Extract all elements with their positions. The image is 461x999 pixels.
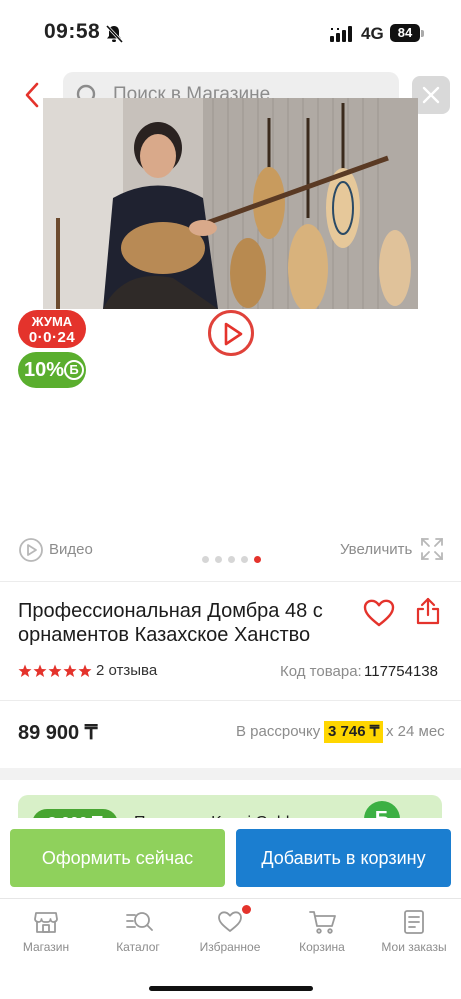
section-separator <box>0 768 461 780</box>
bottom-nav: Магазин Каталог Избранное Корзина Мои за… <box>0 898 461 999</box>
play-icon <box>224 322 243 346</box>
nav-label: Избранное <box>199 940 261 954</box>
nav-label: Мои заказы <box>381 940 447 954</box>
bonus-percent: 10% <box>24 359 65 381</box>
installment-label: В рассрочку <box>236 723 321 740</box>
installment-months: x 24 мес <box>386 723 445 740</box>
bonus-coin-icon: Б <box>64 360 84 380</box>
nav-item-orders[interactable]: Мои заказы <box>368 899 460 967</box>
nav-label: Корзина <box>299 940 345 954</box>
play-video-button[interactable] <box>208 310 254 356</box>
battery-tip <box>421 30 424 37</box>
product-title: Профессиональная Домбра 48 с орнаментов … <box>18 600 323 646</box>
nav-label: Магазин <box>22 940 70 954</box>
nav-label: Каталог <box>116 940 160 954</box>
reviews-link[interactable]: 2 отзыва <box>96 662 157 679</box>
installment-amount: 3 746 ₸ <box>324 721 384 743</box>
cart-icon <box>309 911 336 934</box>
status-time: 09:58 <box>44 20 101 43</box>
slide-dot[interactable] <box>241 556 248 563</box>
slide-dot[interactable] <box>228 556 235 563</box>
promo-badge: ЖУМА 0·0·24 <box>18 310 86 348</box>
nav-item-shop[interactable]: Магазин <box>0 899 92 967</box>
close-icon <box>422 86 440 104</box>
slide-dot[interactable] <box>202 556 209 563</box>
sku-label: Код товара: <box>280 663 362 680</box>
orders-icon <box>404 910 424 934</box>
divider <box>0 581 461 582</box>
nav-item-favorites[interactable]: Избранное <box>184 899 276 967</box>
notification-dot <box>242 905 251 914</box>
star-icons <box>18 664 92 677</box>
action-bar: Оформить сейчас Добавить в корзину <box>0 818 461 898</box>
network-type: 4G <box>361 24 384 43</box>
video-label: Видео <box>49 541 93 558</box>
add-to-cart-button[interactable]: Добавить в корзину <box>236 829 451 887</box>
divider <box>0 700 461 701</box>
promo-badge-title: ЖУМА <box>31 314 73 329</box>
slide-indicator <box>202 556 262 564</box>
share-icon <box>416 597 440 625</box>
battery-level: 84 <box>390 24 420 42</box>
musician-with-dombras-image <box>43 98 418 309</box>
promo-badge-timer: 0·0·24 <box>28 329 76 346</box>
rating-stars <box>18 664 92 678</box>
share-button[interactable] <box>414 596 442 631</box>
product-price: 89 900 ₸ <box>18 722 98 744</box>
shop-icon <box>34 912 58 933</box>
nav-item-cart[interactable]: Корзина <box>276 899 368 967</box>
home-indicator <box>149 986 313 991</box>
slide-dot-active[interactable] <box>254 556 261 563</box>
expand-icon <box>421 538 443 560</box>
heart-icon <box>363 599 395 627</box>
product-photo[interactable] <box>43 98 418 309</box>
order-now-button[interactable]: Оформить сейчас <box>10 829 225 887</box>
heart-icon <box>218 911 242 932</box>
slide-dot[interactable] <box>215 556 222 563</box>
bell-off-icon <box>104 24 124 49</box>
nav-item-catalog[interactable]: Каталог <box>92 899 184 967</box>
signal-icon <box>330 26 354 47</box>
sku-value: 117754138 <box>364 663 438 680</box>
catalog-search-icon <box>126 912 153 931</box>
bonus-badge: 10% Б <box>18 352 86 388</box>
video-play-icon <box>19 538 43 562</box>
zoom-label: Увеличить <box>340 541 413 558</box>
status-bar: 09:58 4G 84 <box>0 0 461 64</box>
favorite-button[interactable] <box>362 598 396 633</box>
